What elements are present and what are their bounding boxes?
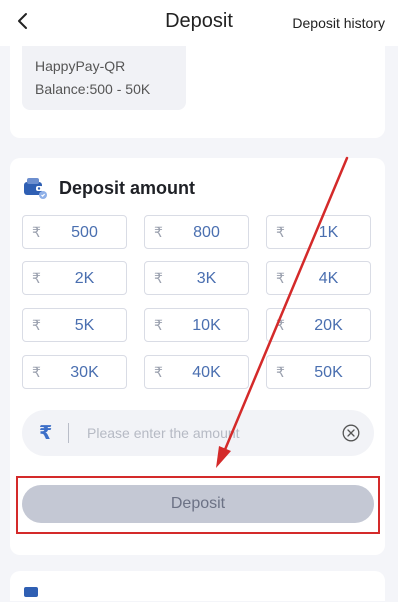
amount-input-row: ₹ xyxy=(22,410,374,456)
amount-option-30k[interactable]: ₹ 30K xyxy=(22,355,127,389)
amount-option-800[interactable]: ₹ 800 xyxy=(144,215,249,249)
top-bar: Deposit Deposit history xyxy=(0,0,398,46)
amount-option-5k[interactable]: ₹ 5K xyxy=(22,308,127,342)
amount-value: 3K xyxy=(196,270,217,287)
divider xyxy=(68,423,69,443)
amount-option-20k[interactable]: ₹ 20K xyxy=(266,308,371,342)
rupee-icon: ₹ xyxy=(276,270,285,286)
amount-option-1k[interactable]: ₹ 1K xyxy=(266,215,371,249)
rupee-icon: ₹ xyxy=(32,224,41,240)
amount-option-40k[interactable]: ₹ 40K xyxy=(144,355,249,389)
amount-value: 1K xyxy=(318,224,339,241)
deposit-button[interactable]: Deposit xyxy=(22,485,374,523)
rupee-icon: ₹ xyxy=(154,270,163,286)
channel-balance: Balance:500 - 50K xyxy=(35,81,151,97)
rupee-icon: ₹ xyxy=(154,224,163,240)
section-title: Deposit amount xyxy=(59,177,196,198)
amount-value: 20K xyxy=(314,317,343,334)
amount-value: 800 xyxy=(193,224,220,241)
rupee-icon: ₹ xyxy=(32,317,41,333)
amount-input[interactable] xyxy=(87,421,332,445)
channel-card: HappyPay-QR Balance:500 - 50K xyxy=(10,46,385,138)
amount-option-10k[interactable]: ₹ 10K xyxy=(144,308,249,342)
next-section-card xyxy=(10,571,385,601)
amount-option-2k[interactable]: ₹ 2K xyxy=(22,261,127,295)
rupee-icon: ₹ xyxy=(154,317,163,333)
amount-value: 500 xyxy=(71,224,98,241)
amount-value: 5K xyxy=(74,317,95,334)
rupee-icon: ₹ xyxy=(32,270,41,286)
channel-name: HappyPay-QR xyxy=(35,58,126,74)
rupee-icon: ₹ xyxy=(276,224,285,240)
section-header: Deposit amount xyxy=(22,174,195,202)
amount-option-3k[interactable]: ₹ 3K xyxy=(144,261,249,295)
deposit-history-link[interactable]: Deposit history xyxy=(292,15,385,31)
rupee-icon: ₹ xyxy=(276,317,285,333)
rupee-icon: ₹ xyxy=(154,364,163,380)
amount-option-50k[interactable]: ₹ 50K xyxy=(266,355,371,389)
amount-value: 50K xyxy=(314,364,343,381)
back-button[interactable] xyxy=(10,9,34,37)
amount-value: 40K xyxy=(192,364,221,381)
amount-option-4k[interactable]: ₹ 4K xyxy=(266,261,371,295)
wallet-icon xyxy=(22,176,48,200)
clear-icon[interactable] xyxy=(342,424,360,442)
amount-value: 4K xyxy=(318,270,339,287)
amount-value: 2K xyxy=(74,270,95,287)
amount-value: 30K xyxy=(70,364,99,381)
amount-value: 10K xyxy=(192,317,221,334)
deposit-amount-card: Deposit amount ₹ 500 ₹ 800 ₹ 1K ₹ 2K ₹ 3… xyxy=(10,158,385,555)
document-icon xyxy=(24,584,38,597)
chevron-left-icon xyxy=(16,12,28,35)
rupee-icon: ₹ xyxy=(39,423,53,444)
channel-option-happypay[interactable]: HappyPay-QR Balance:500 - 50K xyxy=(22,46,186,110)
rupee-icon: ₹ xyxy=(32,364,41,380)
rupee-icon: ₹ xyxy=(276,364,285,380)
amount-option-500[interactable]: ₹ 500 xyxy=(22,215,127,249)
